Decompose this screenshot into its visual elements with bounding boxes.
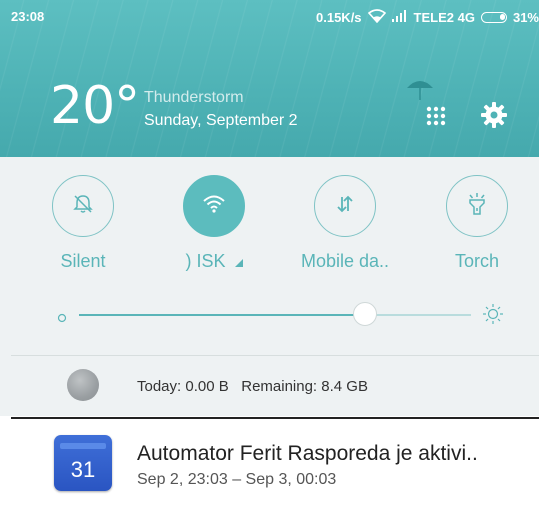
notification-title: Automator Ferit Rasporeda je aktivi.. — [137, 442, 478, 465]
calendar-header — [60, 443, 106, 449]
wifi-expand-icon — [234, 259, 243, 267]
wifi-network-name: ) ISK — [185, 251, 226, 271]
wifi-toggle[interactable] — [183, 175, 245, 237]
tile-label-torch: Torch — [454, 251, 499, 271]
data-usage-text: Today: 0.00 B Remaining: 8.4 GB — [137, 378, 368, 395]
weather-condition: Thunderstorm — [144, 89, 244, 106]
tile-silent[interactable]: Silent — [28, 175, 138, 272]
status-bar: 23:08 0.15K/s TELE2 4G 31% — [0, 0, 539, 32]
silent-toggle[interactable] — [52, 175, 114, 237]
status-right: 0.15K/s TELE2 4G 31% — [310, 9, 539, 26]
wifi-icon — [202, 194, 226, 219]
brightness-fill — [79, 314, 366, 316]
torch-icon — [466, 192, 488, 221]
notification-separator — [11, 417, 539, 419]
tile-wifi[interactable]: ) ISK — [159, 175, 269, 272]
status-time: 23:08 — [11, 9, 45, 24]
battery-percent: 31% — [512, 10, 539, 25]
data-arrows-icon — [335, 194, 355, 219]
tile-label-wifi: ) ISK — [159, 251, 269, 272]
notification-subtitle: Sep 2, 23:03 – Sep 3, 00:03 — [137, 471, 337, 488]
wifi-icon — [367, 9, 386, 26]
brightness-high-icon — [482, 303, 504, 330]
brightness-low-icon — [57, 310, 67, 328]
app-grid-icon[interactable] — [426, 106, 446, 131]
data-usage-icon — [67, 369, 99, 401]
quick-settings-panel: Silent ) ISK Mobile da.. Torch Today: 0.… — [0, 157, 539, 416]
weather-header: 23:08 0.15K/s TELE2 4G 31% 20° Thunderst… — [0, 0, 539, 157]
carrier-name: TELE2 4G — [413, 10, 475, 25]
battery-icon — [480, 12, 507, 23]
umbrella-icon — [405, 76, 435, 107]
gear-icon[interactable] — [481, 102, 507, 133]
tile-label-silent: Silent — [60, 251, 106, 271]
divider — [11, 355, 539, 356]
calendar-icon: 31 — [54, 435, 112, 491]
signal-icon — [391, 10, 408, 25]
notification-card[interactable]: 31 Automator Ferit Rasporeda je aktivi..… — [0, 417, 539, 509]
brightness-thumb[interactable] — [353, 302, 378, 326]
tile-mobile-data[interactable]: Mobile da.. — [290, 175, 400, 272]
weather-date: Sunday, September 2 — [144, 112, 298, 129]
tile-torch[interactable]: Torch — [422, 175, 532, 272]
network-speed: 0.15K/s — [316, 10, 362, 25]
calendar-day-number: 31 — [70, 457, 96, 482]
temperature: 20° — [50, 76, 140, 136]
torch-toggle[interactable] — [446, 175, 508, 237]
mobile-data-toggle[interactable] — [314, 175, 376, 237]
bell-off-icon — [72, 193, 94, 220]
tile-label-mobile-data: Mobile da.. — [300, 251, 390, 271]
